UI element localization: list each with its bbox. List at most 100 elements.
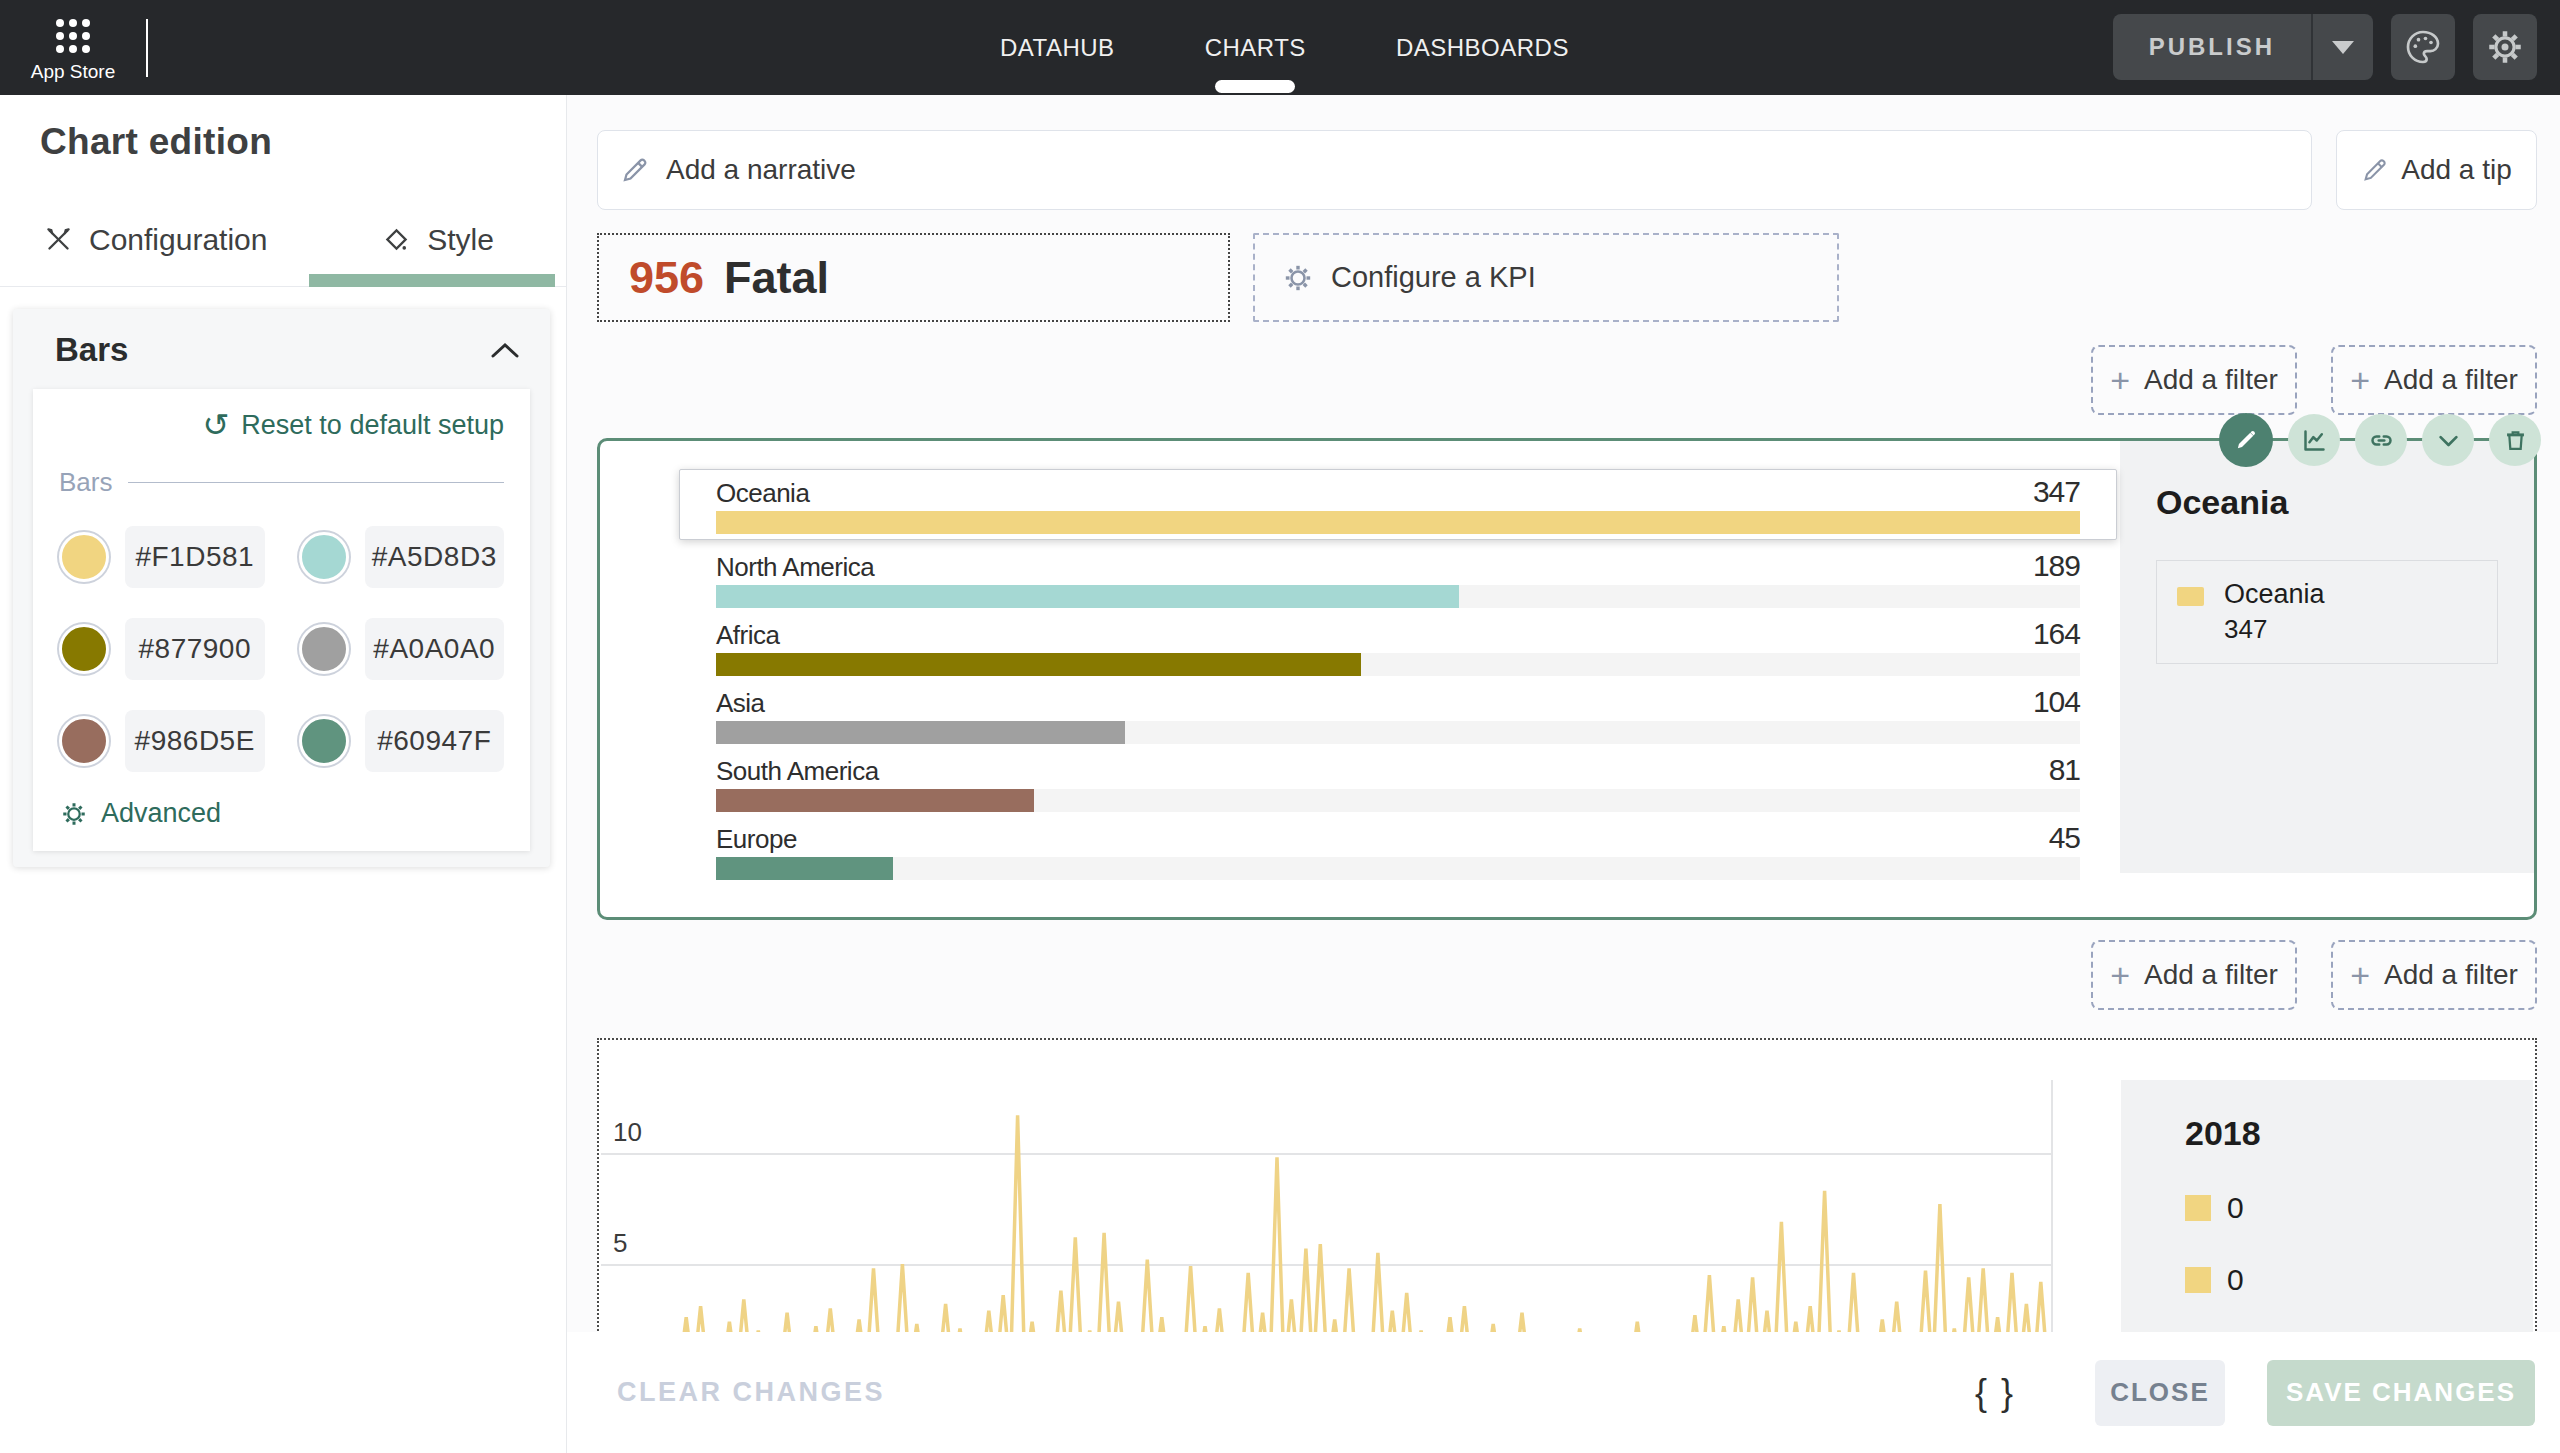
swatch-circle[interactable] [299,716,349,766]
undo-icon: ↺ [203,409,230,441]
caret-down-icon [2332,41,2354,54]
bar-track [716,653,2080,676]
bar-track [716,511,2080,534]
chevron-down-icon [2435,427,2462,454]
legend-item[interactable]: Oceania 347 [2156,560,2498,664]
gear-icon [1281,261,1315,295]
bar-value: 45 [2049,821,2080,855]
swatch-hex-value[interactable]: #A0A0A0 [365,618,505,680]
bar-row[interactable]: Africa164 [716,617,2080,676]
color-swatch-grid: #F1D581 #A5D8D3 #877900 #A0A0A0 #986D5E #6094… [59,526,504,772]
swatch-hex-value[interactable]: #60947F [365,710,505,772]
app-grid-icon [56,19,90,53]
legend-swatch [2177,587,2204,606]
swatch-circle[interactable] [59,532,109,582]
bar-row[interactable]: Asia104 [716,685,2080,744]
trash-icon [2502,427,2529,454]
chart-type-button[interactable] [2288,414,2340,466]
save-changes-button[interactable]: SAVE CHANGES [2267,1360,2535,1426]
bar-category-label: Asia [716,688,765,719]
bar-value: 81 [2049,753,2080,787]
color-swatch[interactable]: #A5D8D3 [299,526,505,588]
bar-row[interactable]: Europe 45 [716,821,2080,880]
divider [128,482,504,483]
y-axis-label: 10 [613,1117,642,1148]
swatch-hex-value[interactable]: #877900 [125,618,265,680]
add-filter-button[interactable]: + Add a filter [2331,345,2537,415]
legend-item: 0 [2185,1191,2533,1225]
swatch-hex-value[interactable]: #A5D8D3 [365,526,505,588]
narrative-input[interactable]: Add a narrative [597,130,2312,210]
chevron-up-icon[interactable] [490,341,520,359]
kpi-label: Fatal [724,252,829,304]
sidebar-title: Chart edition [40,121,566,163]
legend-title: 2018 [2185,1114,2533,1153]
bar-row[interactable]: South America 81 [716,753,2080,812]
chart-edition-main: Add a narrative Add a tip 956 Fatal [567,95,2560,1453]
add-filter-button[interactable]: + Add a filter [2331,940,2537,1010]
bar-value: 189 [2033,549,2080,583]
close-button[interactable]: CLOSE [2095,1360,2225,1426]
bar-fill [716,511,2080,534]
advanced-button[interactable]: Advanced [59,798,504,829]
tab-configuration[interactable]: Configuration [0,193,309,286]
bar-chart-card[interactable]: Oceania347 North America 189 Africa164 Asia1… [597,438,2537,920]
swatch-hex-value[interactable]: #986D5E [125,710,265,772]
line-series [679,1040,2048,1375]
settings-button[interactable] [2473,14,2537,80]
nav-datahub[interactable]: DATAHUB [1000,0,1115,95]
add-filter-button[interactable]: + Add a filter [2091,940,2297,1010]
bar-category-label: Europe [716,824,797,855]
color-swatch[interactable]: #F1D581 [59,526,265,588]
nav-charts[interactable]: CHARTS [1205,0,1306,95]
swatch-hex-value[interactable]: #F1D581 [125,526,265,588]
chart-edition-sidebar: Chart edition Configuration Style Bars [0,95,567,1453]
kpi-value: 956 [629,252,704,304]
collapse-button[interactable] [2422,414,2474,466]
delete-chart-button[interactable] [2489,414,2541,466]
color-swatch[interactable]: #60947F [299,710,505,772]
bar-track [716,721,2080,744]
swatch-circle[interactable] [299,532,349,582]
sidebar-tabs: Configuration Style [0,193,566,287]
legend-swatch [2185,1267,2211,1293]
color-swatch[interactable]: #A0A0A0 [299,618,505,680]
edit-chart-button[interactable] [2219,413,2273,467]
theme-palette-button[interactable] [2391,14,2455,80]
legend-item: 0 [2185,1263,2533,1297]
bar-category-label: North America [716,552,874,583]
bars-panel: Bars ↺ Reset to default setup Bars #F1D5… [13,309,550,867]
publish-split-button: PUBLISH [2113,14,2373,80]
add-tip-button[interactable]: Add a tip [2336,130,2537,210]
app-store-launcher[interactable]: App Store [0,13,146,83]
add-filter-button[interactable]: + Add a filter [2091,345,2297,415]
configure-kpi-button[interactable]: Configure a KPI [1253,233,1839,322]
style-icon [381,224,412,255]
bar-row[interactable]: North America 189 [716,549,2080,608]
link-button[interactable] [2355,414,2407,466]
chart-toolbar [2219,414,2541,467]
color-swatch[interactable]: #877900 [59,618,265,680]
plus-icon: + [2110,361,2130,400]
bar-category-label: South America [716,756,879,787]
bar-row[interactable]: Oceania347 [679,469,2117,540]
kpi-tile[interactable]: 956 Fatal [597,233,1230,322]
color-swatch[interactable]: #986D5E [59,710,265,772]
publish-button[interactable]: PUBLISH [2113,14,2311,80]
publish-dropdown-button[interactable] [2313,14,2373,80]
header-divider [146,19,148,77]
pencil-icon [2233,427,2259,453]
gear-icon [59,799,89,829]
bar-category-label: Africa [716,620,779,651]
reset-to-default-button[interactable]: ↺ Reset to default setup [59,409,504,441]
swatch-circle[interactable] [299,624,349,674]
nav-dashboards[interactable]: DASHBOARDS [1396,0,1569,95]
bars-panel-title: Bars [55,331,128,369]
tab-style[interactable]: Style [309,193,566,286]
main-nav: DATAHUB CHARTS DASHBOARDS [1000,0,1569,95]
bottom-action-bar: CLEAR CHANGES { } CLOSE SAVE CHANGES [567,1332,2560,1453]
swatch-circle[interactable] [59,624,109,674]
clear-changes-button[interactable]: CLEAR CHANGES [617,1377,885,1408]
swatch-circle[interactable] [59,716,109,766]
code-view-button[interactable]: { } [1975,1372,2015,1414]
